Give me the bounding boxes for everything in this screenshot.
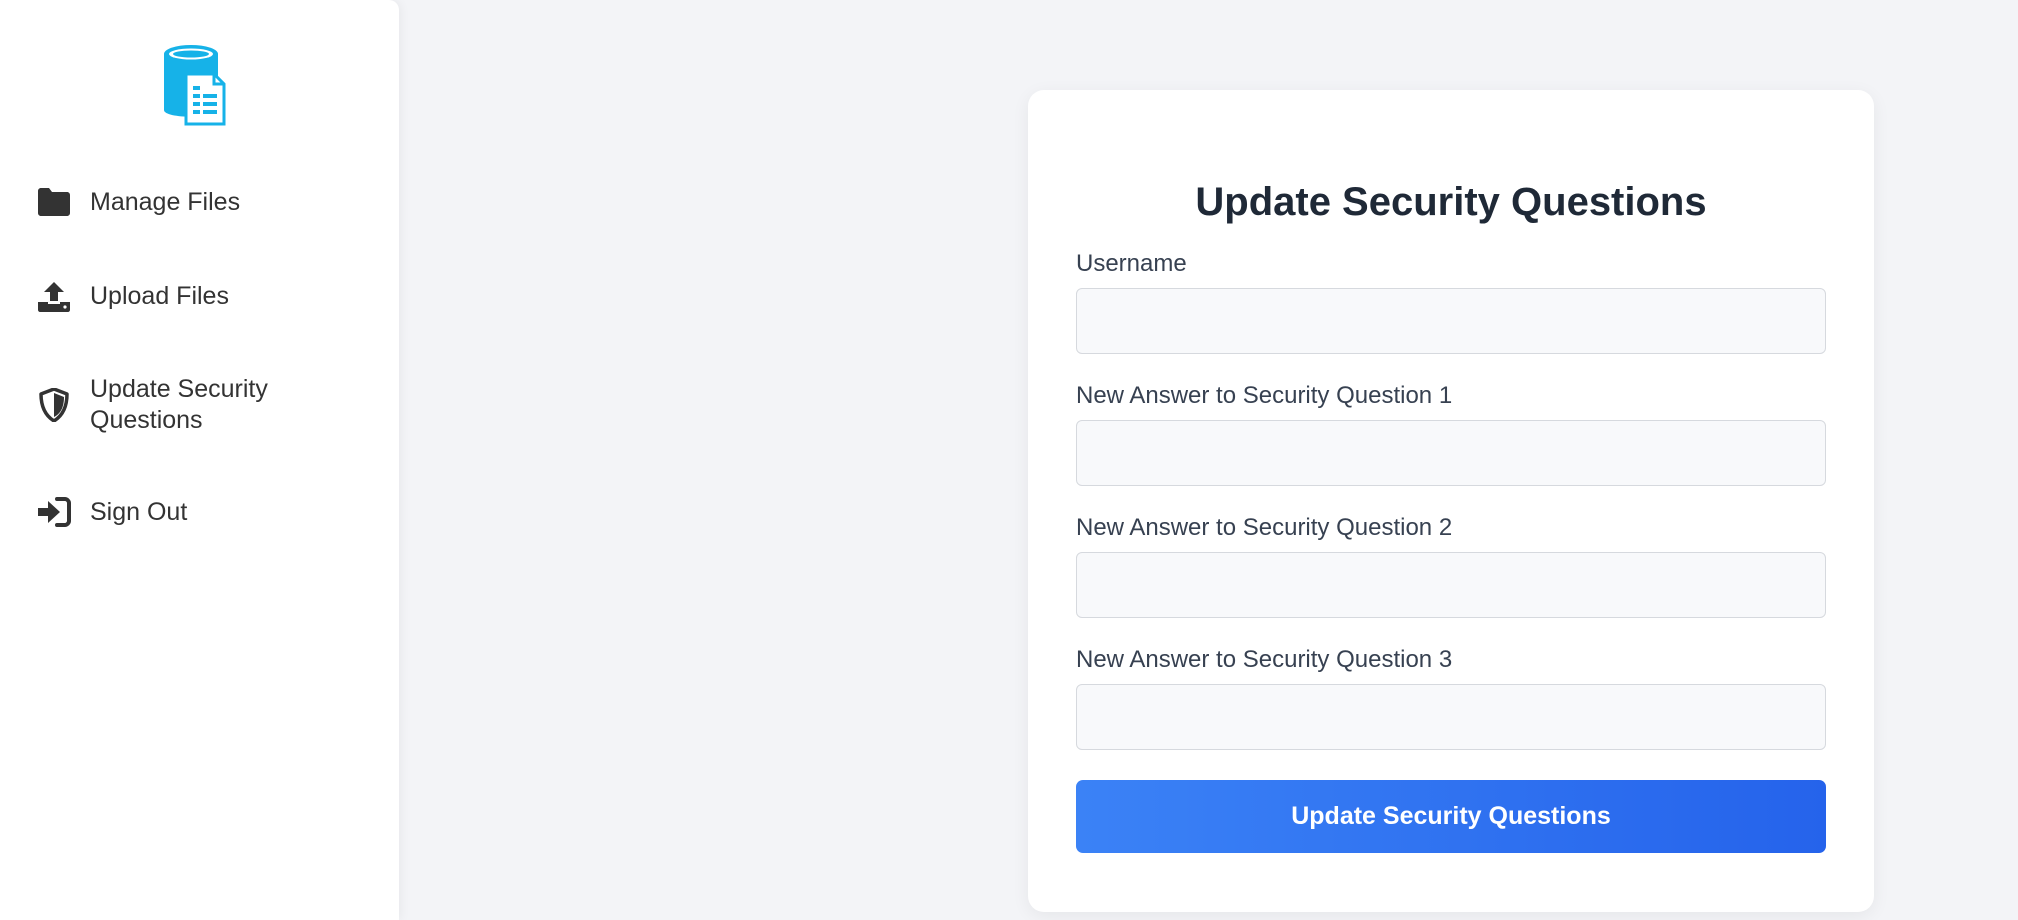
answer-1-input[interactable] bbox=[1076, 420, 1826, 486]
sidebar-item-label: Sign Out bbox=[90, 497, 188, 526]
answer-2-input[interactable] bbox=[1076, 552, 1826, 618]
sidebar-item-upload-files[interactable]: Upload Files bbox=[36, 278, 366, 314]
sidebar: Manage Files Upload Files Update Securit… bbox=[0, 0, 399, 920]
shield-icon bbox=[36, 387, 72, 423]
answer-2-label: New Answer to Security Question 2 bbox=[1076, 514, 1453, 541]
sidebar-item-sign-out[interactable]: Sign Out bbox=[36, 494, 366, 530]
page-title: Update Security Questions bbox=[1195, 180, 1707, 224]
database-document-icon bbox=[158, 44, 234, 126]
username-input[interactable] bbox=[1076, 288, 1826, 354]
answer-3-input[interactable] bbox=[1076, 684, 1826, 750]
security-questions-card: Update Security Questions Username New A… bbox=[1028, 90, 1874, 912]
answer-3-label: New Answer to Security Question 3 bbox=[1076, 646, 1453, 673]
sidebar-item-update-security-questions[interactable]: Update Security Questions bbox=[36, 374, 366, 436]
upload-icon bbox=[36, 278, 72, 314]
answer-1-label: New Answer to Security Question 1 bbox=[1076, 382, 1453, 409]
sign-out-icon bbox=[36, 494, 72, 530]
sidebar-item-label: Update Security Questions bbox=[90, 375, 268, 434]
sidebar-item-label: Manage Files bbox=[90, 187, 241, 216]
sidebar-item-label: Upload Files bbox=[90, 281, 229, 310]
sidebar-item-manage-files[interactable]: Manage Files bbox=[36, 184, 366, 220]
update-security-questions-button[interactable]: Update Security Questions bbox=[1076, 780, 1826, 853]
username-label: Username bbox=[1076, 250, 1187, 277]
folder-icon bbox=[36, 184, 72, 220]
